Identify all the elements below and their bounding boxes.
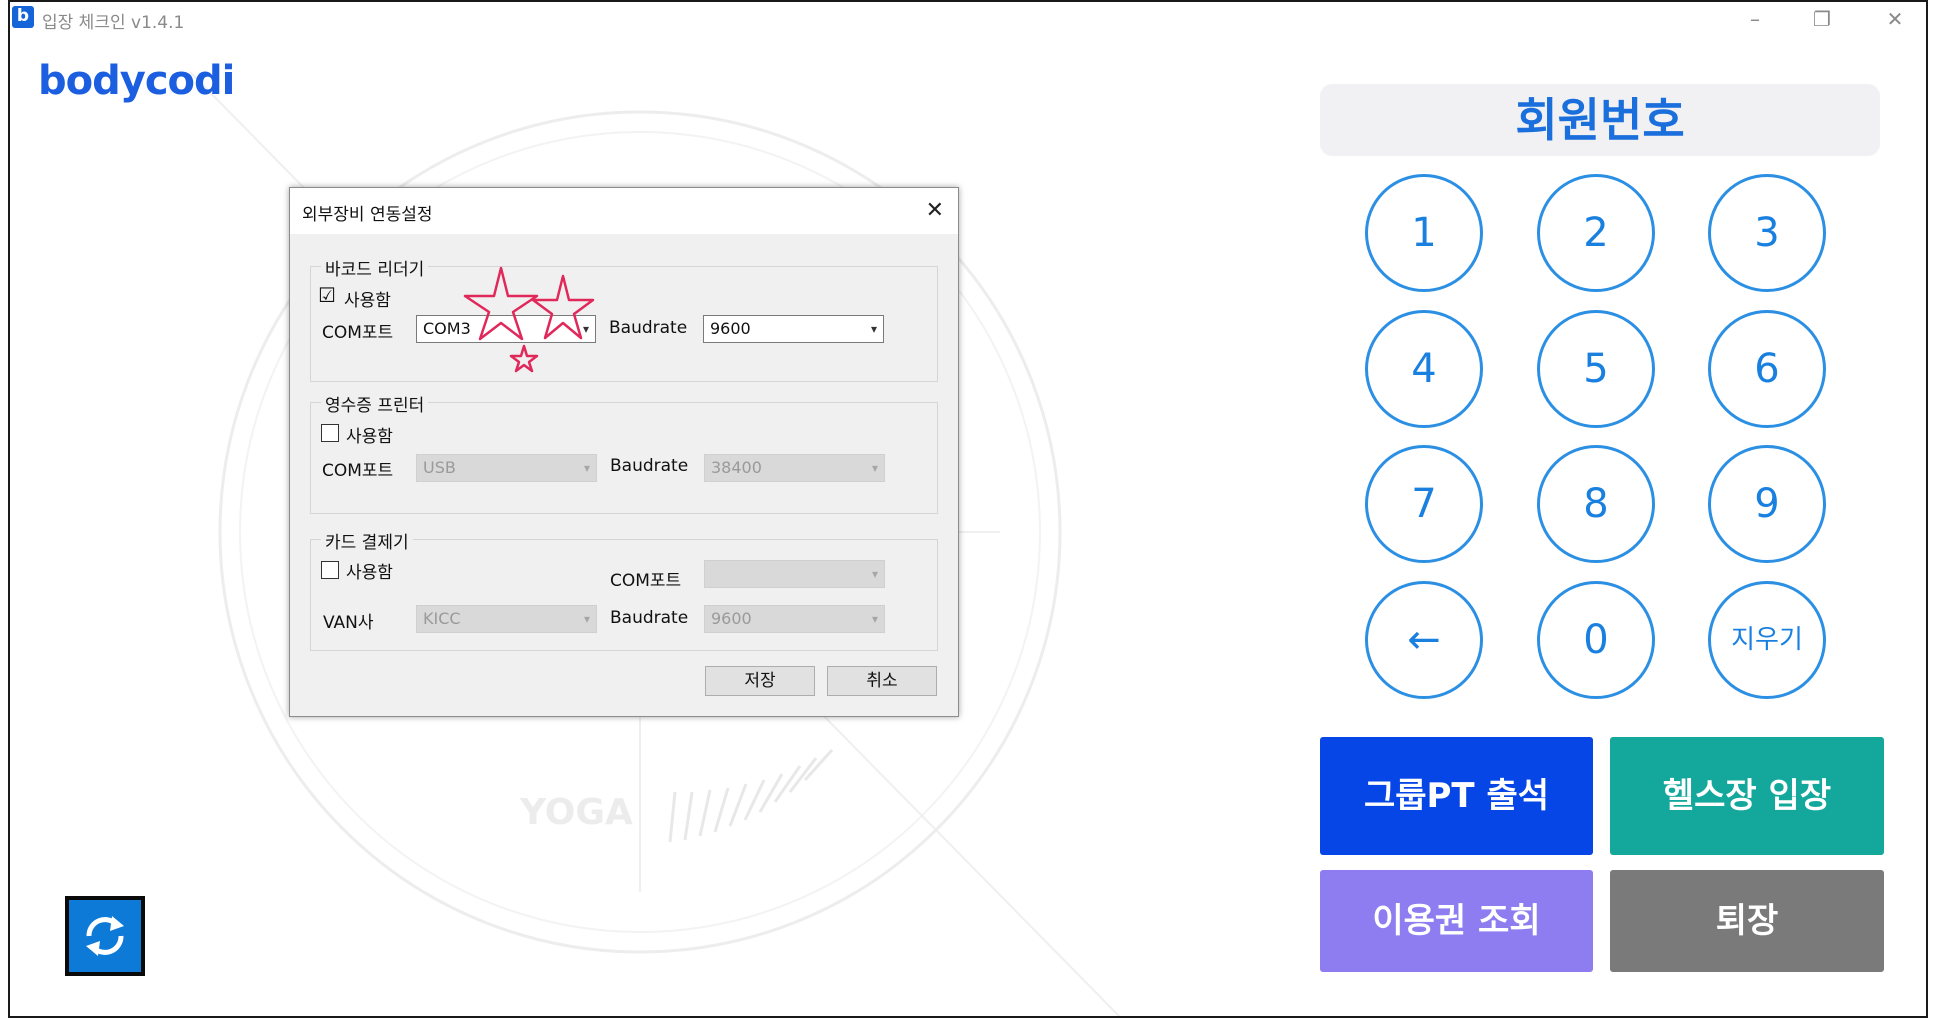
- keypad: 1 2 3 4 5 6 7 8 9 ← 0 지우기: [1365, 174, 1845, 704]
- clear-key[interactable]: 지우기: [1708, 581, 1826, 699]
- close-icon[interactable]: ✕: [1870, 4, 1920, 34]
- group-pt-attendance-button[interactable]: 그룹PT 출석: [1320, 737, 1593, 855]
- backspace-key[interactable]: ←: [1365, 581, 1483, 699]
- window-title: 입장 체크인 v1.4.1: [42, 13, 185, 33]
- yoga-watermark: YOGA: [519, 792, 633, 833]
- bodycodi-logo: bodycodi: [38, 58, 235, 104]
- title-bar: b 입장 체크인 v1.4.1 – ❐ ✕: [10, 2, 1926, 36]
- app-icon: b: [12, 6, 34, 28]
- star-mark: [463, 266, 539, 341]
- key-3[interactable]: 3: [1708, 174, 1826, 292]
- minimize-icon[interactable]: –: [1730, 4, 1780, 34]
- key-7[interactable]: 7: [1365, 445, 1483, 563]
- checkin-window: YOGA b 입장 체크인 v1.4.1 – ❐ ✕ bodycodi 회원번호…: [8, 0, 1928, 1018]
- star-mark: [509, 344, 539, 373]
- restore-icon[interactable]: ❐: [1797, 4, 1847, 34]
- key-8[interactable]: 8: [1537, 445, 1655, 563]
- exit-button[interactable]: 퇴장: [1610, 870, 1884, 972]
- device-settings-dialog: 외부장비 연동설정 ✕ 바코드 리더기 ☑ 사용함 COM포트 COM3 ▾ Ba…: [289, 187, 959, 717]
- key-9[interactable]: 9: [1708, 445, 1826, 563]
- key-1[interactable]: 1: [1365, 174, 1483, 292]
- refresh-icon: [86, 916, 124, 956]
- member-number-display[interactable]: 회원번호: [1320, 84, 1880, 156]
- key-4[interactable]: 4: [1365, 310, 1483, 428]
- refresh-button[interactable]: [65, 896, 145, 976]
- star-mark: [531, 274, 595, 340]
- key-5[interactable]: 5: [1537, 310, 1655, 428]
- key-0[interactable]: 0: [1537, 581, 1655, 699]
- handwritten-star-annotations: [463, 266, 595, 373]
- key-2[interactable]: 2: [1537, 174, 1655, 292]
- pass-lookup-button[interactable]: 이용권 조회: [1320, 870, 1593, 972]
- gym-entry-button[interactable]: 헬스장 입장: [1610, 737, 1884, 855]
- key-6[interactable]: 6: [1708, 310, 1826, 428]
